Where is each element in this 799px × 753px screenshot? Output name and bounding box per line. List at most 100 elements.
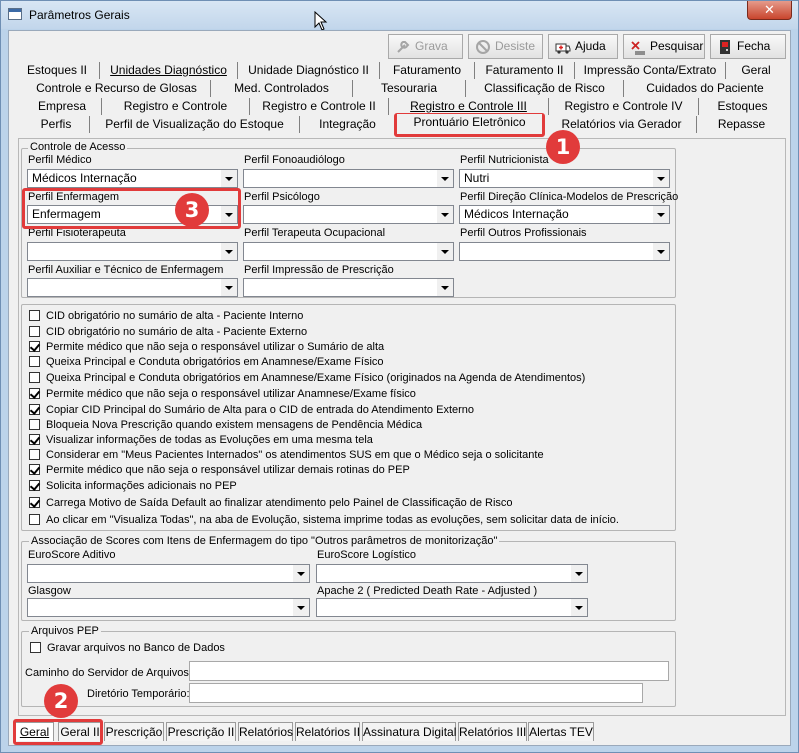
bottom-tab-prescri-o-ii[interactable]: Prescrição II xyxy=(166,722,236,741)
option-checkbox-row[interactable]: Bloqueia Nova Prescrição quando existem … xyxy=(29,419,422,434)
checkbox-checked[interactable] xyxy=(29,404,40,415)
bottom-tab-prescri-o[interactable]: Prescrição xyxy=(104,722,164,741)
ajuda-button[interactable]: Ajuda xyxy=(548,34,618,59)
chevron-down-icon[interactable] xyxy=(220,243,237,260)
checkbox-checked[interactable] xyxy=(29,480,40,491)
checkbox-unchecked[interactable] xyxy=(29,310,40,321)
chevron-down-icon[interactable] xyxy=(652,170,669,187)
checkbox-unchecked[interactable] xyxy=(29,372,40,383)
checkbox[interactable] xyxy=(30,642,41,653)
tab-controle-glosas[interactable]: Controle e Recurso de Glosas xyxy=(23,80,211,97)
tab-perfil-visualizacao-estoque[interactable]: Perfil de Visualização do Estoque xyxy=(90,116,300,133)
fecha-button[interactable]: Fecha xyxy=(710,34,786,59)
chevron-down-icon[interactable] xyxy=(652,243,669,260)
option-checkbox-row[interactable]: Queixa Principal e Conduta obrigatórios … xyxy=(29,372,585,387)
chevron-down-icon[interactable] xyxy=(220,279,237,296)
pesquisar-button[interactable]: Pesquisar xyxy=(623,34,705,59)
tab-unidades-diagnostico[interactable]: Unidades Diagnóstico xyxy=(100,62,238,79)
tab-registro-controle-ii[interactable]: Registro e Controle II xyxy=(250,98,389,115)
glasgow-select[interactable] xyxy=(27,598,310,617)
checkbox-checked[interactable] xyxy=(29,464,40,475)
option-checkbox-row[interactable]: Copiar CID Principal do Sumário de Alta … xyxy=(29,404,474,419)
bottom-tab-relat-rios-iii[interactable]: Relatórios III xyxy=(458,722,527,741)
perfil-fisio-select[interactable] xyxy=(27,242,238,261)
perfil-nutri-select[interactable]: Nutri xyxy=(459,169,670,188)
tab-impressao-conta[interactable]: Impressão Conta/Extrato xyxy=(575,62,726,79)
bottom-tab-relat-rios[interactable]: Relatórios xyxy=(238,722,293,741)
tab-faturamento[interactable]: Faturamento xyxy=(380,62,475,79)
option-checkbox-row[interactable]: Carrega Motivo de Saída Default ao final… xyxy=(29,497,513,512)
grava-button[interactable]: Grava xyxy=(388,34,463,59)
diretorio-label: Diretório Temporário: xyxy=(87,688,190,700)
checkbox-unchecked[interactable] xyxy=(29,514,40,525)
tab-geral[interactable]: Geral xyxy=(726,62,786,79)
perfil-to-select[interactable] xyxy=(243,242,454,261)
perfil-fono-select[interactable] xyxy=(243,169,454,188)
diretorio-temporario-input[interactable] xyxy=(189,683,643,703)
desiste-button[interactable]: Desiste xyxy=(468,34,543,59)
option-checkbox-row[interactable]: CID obrigatório no sumário de alta - Pac… xyxy=(29,326,307,341)
perfil-outros-select[interactable] xyxy=(459,242,670,261)
tab-classificacao-risco[interactable]: Classificação de Risco xyxy=(466,80,624,97)
euroscore-aditivo-select[interactable] xyxy=(27,564,310,583)
bottom-tab-relat-rios-ii[interactable]: Relatórios II xyxy=(295,722,360,741)
checkbox-checked[interactable] xyxy=(29,497,40,508)
option-checkbox-row[interactable]: Considerar em "Meus Pacientes Internados… xyxy=(29,449,544,464)
tab-integracao[interactable]: Integração xyxy=(300,116,396,133)
euroscore-logistico-select[interactable] xyxy=(316,564,588,583)
checkbox-unchecked[interactable] xyxy=(29,449,40,460)
checkbox-unchecked[interactable] xyxy=(29,326,40,337)
desiste-label: Desiste xyxy=(495,39,536,53)
chevron-down-icon[interactable] xyxy=(436,243,453,260)
option-checkbox-row[interactable]: Ao clicar em "Visualiza Todas", na aba d… xyxy=(29,514,619,529)
tab-prontuario-eletronico[interactable]: Prontuário Eletrônico xyxy=(397,114,542,131)
tab-cuidados-paciente[interactable]: Cuidados do Paciente xyxy=(624,80,786,97)
title-bar: Parâmetros Gerais ✕ xyxy=(1,1,798,29)
tab-unidade-diagnostico-ii[interactable]: Unidade Diagnóstico II xyxy=(238,62,380,79)
tab-registro-controle-iv[interactable]: Registro e Controle IV xyxy=(549,98,699,115)
close-button[interactable]: ✕ xyxy=(747,1,792,20)
tab-registro-controle[interactable]: Registro e Controle xyxy=(102,98,250,115)
checkbox-checked[interactable] xyxy=(29,341,40,352)
chevron-down-icon[interactable] xyxy=(436,279,453,296)
tab-tesouraria[interactable]: Tesouraria xyxy=(353,80,466,97)
perfil-impressao-select[interactable] xyxy=(243,278,454,297)
chevron-down-icon[interactable] xyxy=(292,599,309,616)
chevron-down-icon[interactable] xyxy=(570,565,587,582)
option-checkbox-row[interactable]: Queixa Principal e Conduta obrigatórios … xyxy=(29,356,384,371)
option-checkbox-row[interactable]: Solicita informações adicionais no PEP xyxy=(29,480,237,495)
option-checkbox-row[interactable]: Permite médico que não seja o responsáve… xyxy=(29,464,410,479)
tab-estoques-ii[interactable]: Estoques II xyxy=(15,62,100,79)
gravar-arquivos-checkbox[interactable]: Gravar arquivos no Banco de Dados xyxy=(30,642,225,657)
tab-perfis[interactable]: Perfis xyxy=(23,116,90,133)
chevron-down-icon[interactable] xyxy=(436,206,453,223)
option-label: Carrega Motivo de Saída Default ao final… xyxy=(46,497,513,509)
chevron-down-icon[interactable] xyxy=(436,170,453,187)
tab-estoques[interactable]: Estoques xyxy=(699,98,786,115)
bottom-tab-assinatura-digital[interactable]: Assinatura Digital xyxy=(362,722,456,741)
option-checkbox-row[interactable]: Permite médico que não seja o responsáve… xyxy=(29,388,416,403)
tab-empresa[interactable]: Empresa xyxy=(23,98,102,115)
checkbox-unchecked[interactable] xyxy=(29,419,40,430)
option-checkbox-row[interactable]: Visualizar informações de todas as Evolu… xyxy=(29,434,373,449)
tab-faturamento-ii[interactable]: Faturamento II xyxy=(475,62,575,79)
tab-med-controlados[interactable]: Med. Controlados xyxy=(211,80,353,97)
chevron-down-icon[interactable] xyxy=(570,599,587,616)
checkbox-unchecked[interactable] xyxy=(29,356,40,367)
caminho-servidor-input[interactable] xyxy=(189,661,669,681)
chevron-down-icon[interactable] xyxy=(292,565,309,582)
cancel-icon xyxy=(476,40,490,54)
perfil-psicologo-select[interactable] xyxy=(243,205,454,224)
bottom-tab-alertas-tev[interactable]: Alertas TEV xyxy=(528,722,594,741)
checkbox-checked[interactable] xyxy=(29,388,40,399)
apache-select[interactable] xyxy=(316,598,588,617)
chevron-down-icon[interactable] xyxy=(652,206,669,223)
perfil-auxiliar-select[interactable] xyxy=(27,278,238,297)
chevron-down-icon[interactable] xyxy=(220,170,237,187)
checkbox-checked[interactable] xyxy=(29,434,40,445)
option-checkbox-row[interactable]: CID obrigatório no sumário de alta - Pac… xyxy=(29,310,303,325)
perfil-direcao-select[interactable]: Médicos Internação xyxy=(459,205,670,224)
option-checkbox-row[interactable]: Permite médico que não seja o responsáve… xyxy=(29,341,384,356)
tab-repasse[interactable]: Repasse xyxy=(697,116,786,133)
perfil-medico-select[interactable]: Médicos Internação xyxy=(27,169,238,188)
